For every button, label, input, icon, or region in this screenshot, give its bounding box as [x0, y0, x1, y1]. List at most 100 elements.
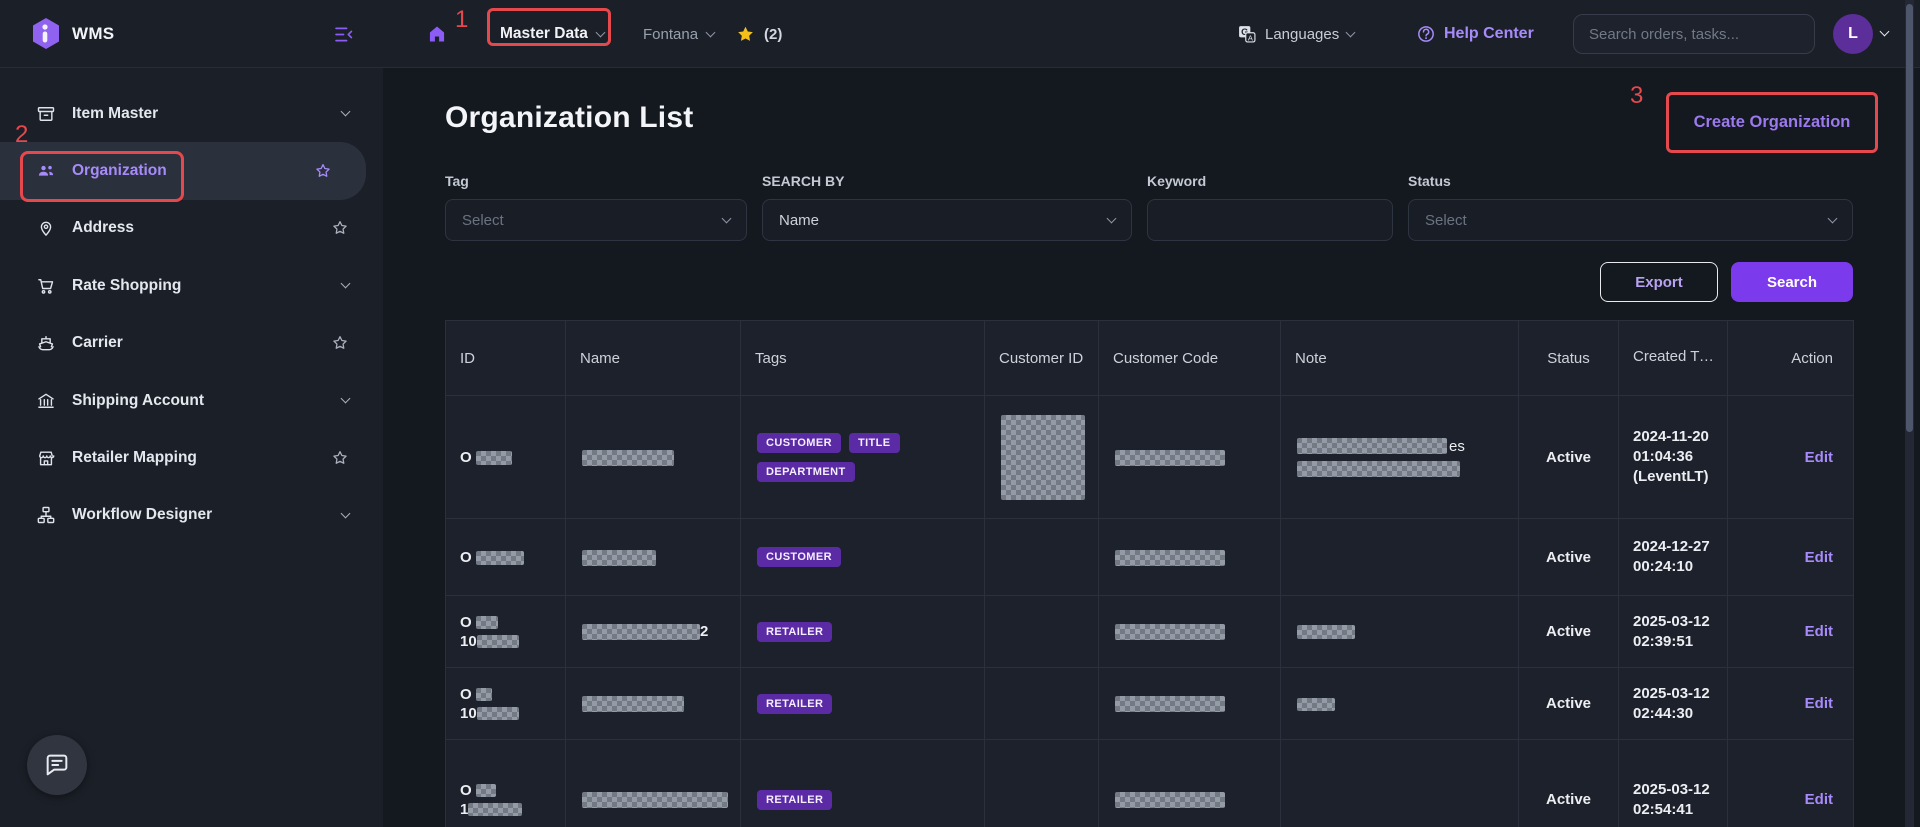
account-chevron-down-icon[interactable] [1880, 27, 1890, 37]
sidebar-item-item-master[interactable]: Item Master [0, 85, 383, 142]
favorite-star-icon[interactable] [331, 219, 349, 237]
sidebar-item-label: Carrier [72, 334, 315, 352]
redacted [1115, 450, 1225, 466]
cell-id: O 10 [446, 596, 566, 668]
brand[interactable]: WMS [28, 0, 114, 68]
cell-note: es [1281, 396, 1519, 519]
search-by-select[interactable]: Name [762, 199, 1132, 241]
table-row: O CUSTOMER Active 2024-12-27 00:24:10 Ed… [446, 519, 1854, 596]
cell-action: Edit [1728, 519, 1854, 596]
favorite-star-icon[interactable] [331, 449, 349, 467]
sidebar-item-workflow-designer[interactable]: Workflow Designer [0, 487, 383, 544]
redacted [476, 784, 496, 797]
languages-label: Languages [1265, 26, 1339, 43]
help-center-link[interactable]: Help Center [1416, 0, 1534, 68]
map-pin-icon [36, 218, 56, 238]
avatar[interactable]: L [1833, 14, 1873, 54]
favorites-indicator[interactable]: (2) [735, 0, 782, 68]
cell-customer-code [1099, 668, 1281, 740]
table-header-row: ID Name Tags Customer ID Customer Code N… [446, 321, 1854, 396]
master-data-label: Master Data [500, 25, 588, 43]
chevron-down-icon [341, 394, 351, 404]
sidebar-item-label: Retailer Mapping [72, 449, 315, 467]
favorite-star-icon[interactable] [331, 334, 349, 352]
search-button[interactable]: Search [1731, 262, 1853, 302]
cell-created-time: 2025-03-12 02:44:30 [1619, 668, 1728, 740]
global-search-input[interactable] [1573, 14, 1815, 54]
sidebar-item-organization[interactable]: Organization [0, 142, 366, 199]
edit-link[interactable]: Edit [1805, 549, 1833, 566]
cell-name [566, 396, 741, 519]
sidebar-item-label: Item Master [72, 105, 326, 123]
table-row: O 10 2 RETAILER Active 2025-03-12 02:39:… [446, 596, 1854, 668]
status-filter-label: Status [1408, 173, 1853, 191]
languages-menu[interactable]: G A Languages [1237, 0, 1354, 68]
workspace-selector[interactable]: Fontana [643, 0, 714, 68]
column-header-id: ID [446, 321, 566, 396]
cell-name: 2 [566, 596, 741, 668]
chevron-down-icon [595, 27, 605, 37]
edit-link[interactable]: Edit [1805, 449, 1833, 466]
sidebar-item-rate-shopping[interactable]: Rate Shopping [0, 257, 383, 314]
table-row: O 1 RETAILER Active 2025-03-12 02:54:41 … [446, 740, 1854, 827]
cell-customer-id [985, 740, 1099, 827]
cell-name [566, 519, 741, 596]
scrollbar-thumb[interactable] [1906, 4, 1913, 432]
redacted [1115, 792, 1225, 808]
wms-logo-icon [28, 16, 64, 52]
sidebar-item-carrier[interactable]: Carrier [0, 315, 383, 372]
redacted [477, 635, 519, 648]
favorites-count: (2) [764, 26, 782, 43]
redacted [582, 624, 700, 640]
sidebar-item-shipping-account[interactable]: Shipping Account [0, 372, 383, 429]
table-row: O CUSTOMER TITLE DEPARTMENT [446, 396, 1854, 519]
redacted [1001, 415, 1085, 500]
sidebar-collapse-button[interactable] [333, 0, 354, 68]
bank-icon [36, 391, 56, 411]
annotation-number-3: 3 [1630, 82, 1643, 110]
tag-filter-label: Tag [445, 173, 747, 191]
redacted [1297, 698, 1335, 711]
cell-tags: CUSTOMER [741, 519, 985, 596]
chevron-down-icon [341, 279, 351, 289]
redacted [1297, 438, 1447, 454]
organization-table: ID Name Tags Customer ID Customer Code N… [445, 320, 1854, 827]
cell-tags: RETAILER [741, 596, 985, 668]
column-header-customer-id: Customer ID [985, 321, 1099, 396]
cell-name [566, 740, 741, 827]
cell-id: O [446, 519, 566, 596]
redacted [1297, 625, 1355, 639]
nav-master-data[interactable]: Master Data [500, 0, 604, 68]
column-header-action: Action [1728, 321, 1854, 396]
sidebar-item-retailer-mapping[interactable]: Retailer Mapping [0, 429, 383, 486]
column-header-created-time: Created Time [1619, 321, 1728, 396]
home-button[interactable] [427, 0, 447, 68]
chevron-down-icon [1346, 27, 1356, 37]
annotation-number-2: 2 [15, 121, 28, 149]
edit-link[interactable]: Edit [1805, 623, 1833, 640]
workspace-label: Fontana [643, 26, 698, 43]
column-header-name: Name [566, 321, 741, 396]
chat-button[interactable] [27, 735, 87, 795]
cell-customer-code [1099, 596, 1281, 668]
cell-id: O [446, 396, 566, 519]
page-scrollbar[interactable] [1905, 0, 1914, 827]
chevron-down-icon [722, 213, 732, 223]
create-organization-button[interactable]: Create Organization [1694, 113, 1851, 132]
status-select[interactable]: Select [1408, 199, 1853, 241]
actions-row: Export Search [445, 262, 1853, 302]
tag-select[interactable]: Select [445, 199, 747, 241]
sidebar-item-address[interactable]: Address [0, 200, 383, 257]
sidebar-item-label: Workflow Designer [72, 506, 326, 524]
column-header-status: Status [1519, 321, 1619, 396]
keyword-filter-label: Keyword [1147, 173, 1393, 191]
export-button[interactable]: Export [1600, 262, 1718, 302]
edit-link[interactable]: Edit [1805, 695, 1833, 712]
cell-customer-id [985, 396, 1099, 519]
cell-status: Active [1519, 668, 1619, 740]
main-content: Organization List Tag Select SEARCH BY N… [383, 68, 1920, 827]
edit-link[interactable]: Edit [1805, 791, 1833, 808]
cell-action: Edit [1728, 396, 1854, 519]
favorite-star-icon[interactable] [314, 162, 332, 180]
keyword-input[interactable] [1147, 199, 1393, 241]
